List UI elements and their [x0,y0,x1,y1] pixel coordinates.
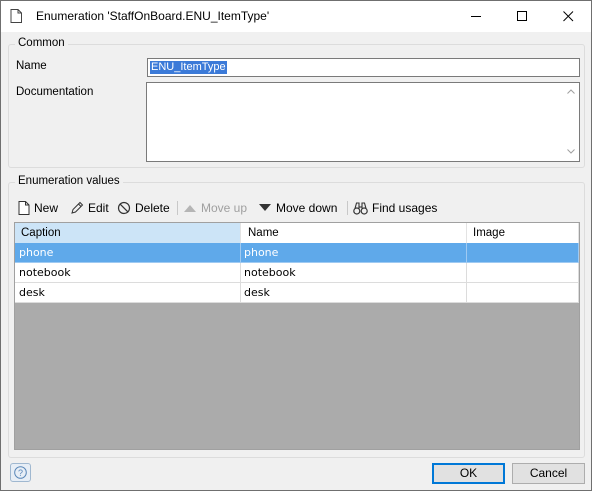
minimize-button[interactable] [453,1,499,32]
minimize-icon [470,16,481,17]
table-row[interactable]: phone phone [15,243,579,263]
enumeration-dialog: Enumeration 'StaffOnBoard.ENU_ItemType' … [0,0,592,491]
grid-header: Caption Name Image [15,223,579,244]
maximize-button[interactable] [499,1,545,32]
column-header-image[interactable]: Image [467,223,579,243]
enumeration-values-grid[interactable]: Caption Name Image phone phone notebook … [14,222,580,450]
caption-cell[interactable]: phone [15,243,241,263]
caption-cell[interactable]: notebook [15,263,241,283]
name-value: ENU_ItemType [150,61,227,74]
table-row[interactable]: desk desk [15,283,579,303]
triangle-down-icon [259,204,271,211]
scroll-up-icon[interactable] [567,89,575,94]
prohibited-icon [117,201,131,215]
move-up-label: Move up [201,201,248,215]
toolbar-separator [177,201,178,215]
table-row[interactable]: notebook notebook [15,263,579,283]
pencil-icon [71,201,84,214]
edit-button[interactable]: Edit [70,200,109,216]
ok-button[interactable]: OK [432,463,505,484]
find-usages-label: Find usages [372,201,438,215]
triangle-up-icon [184,205,196,212]
delete-button[interactable]: Delete [117,200,170,216]
name-cell[interactable]: phone [241,243,467,263]
svg-text:?: ? [18,468,23,478]
column-header-name[interactable]: Name [241,223,467,243]
caption-cell[interactable]: desk [15,283,241,303]
edit-label: Edit [88,201,109,215]
new-button[interactable]: New [18,200,58,216]
image-cell[interactable] [467,243,579,263]
name-label: Name [16,60,47,72]
binoculars-icon [353,201,368,215]
move-down-label: Move down [276,201,338,215]
document-icon [10,9,22,23]
title-bar[interactable]: Enumeration 'StaffOnBoard.ENU_ItemType' [1,1,591,32]
find-usages-button[interactable]: Find usages [353,200,437,216]
move-up-button[interactable]: Move up [183,200,247,216]
close-button[interactable] [545,1,591,32]
new-document-icon [18,201,30,215]
documentation-label: Documentation [16,86,94,98]
close-icon [562,11,573,22]
name-input[interactable]: ENU_ItemType [147,58,580,77]
image-cell[interactable] [467,283,579,303]
common-legend: Common [15,37,68,49]
enumeration-values-legend: Enumeration values [15,175,123,187]
column-header-caption[interactable]: Caption [15,223,241,243]
documentation-scrollbar[interactable] [563,83,579,161]
toolbar-separator [347,201,348,215]
scroll-down-icon[interactable] [567,149,575,154]
name-cell[interactable]: desk [241,283,467,303]
documentation-textarea[interactable] [146,82,580,162]
help-button[interactable]: ? [10,463,31,482]
new-label: New [34,201,59,215]
help-icon: ? [14,466,27,479]
maximize-icon [516,11,527,21]
window-title: Enumeration 'StaffOnBoard.ENU_ItemType' [36,9,270,23]
move-down-button[interactable]: Move down [258,200,337,216]
delete-label: Delete [135,201,170,215]
image-cell[interactable] [467,263,579,283]
cancel-button[interactable]: Cancel [512,463,585,484]
name-cell[interactable]: notebook [241,263,467,283]
